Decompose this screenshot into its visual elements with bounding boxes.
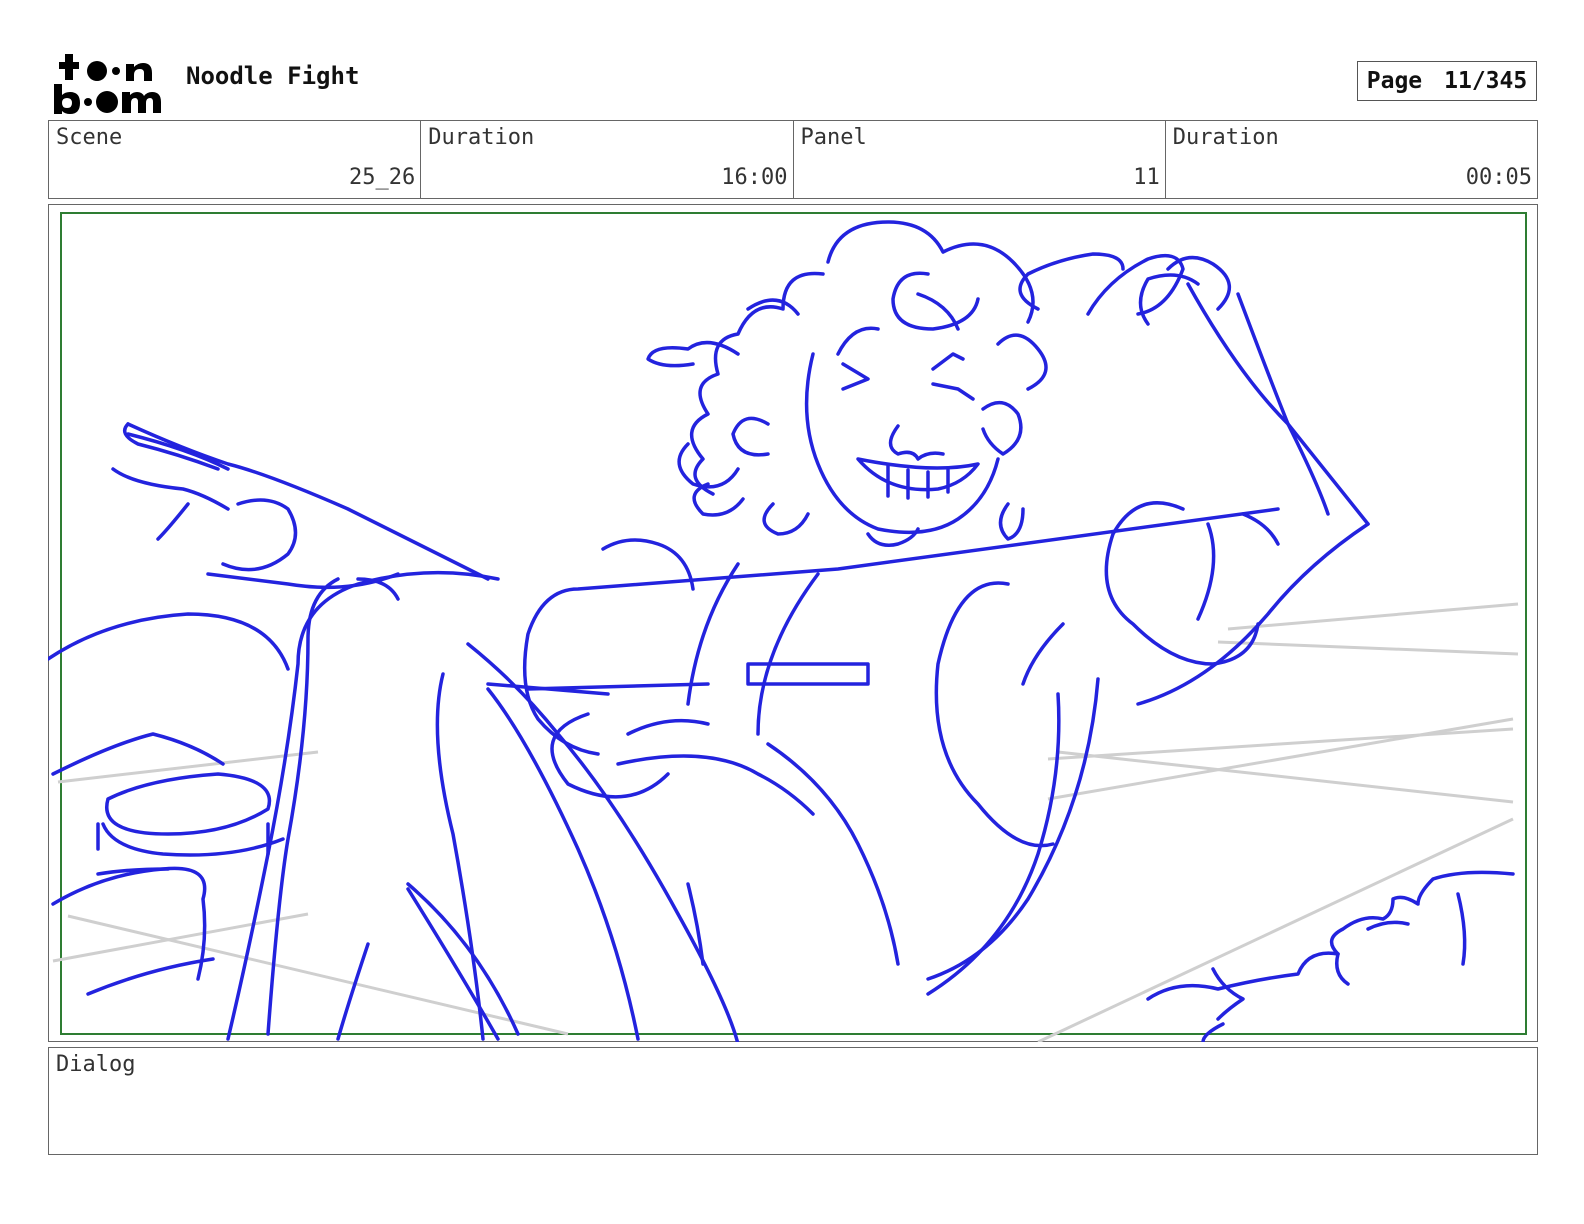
panel-cell: Panel 11	[794, 121, 1166, 198]
scene-duration-value: 16:00	[721, 165, 788, 190]
page-value: 11/345	[1444, 68, 1528, 94]
panel-sketch	[48, 220, 1519, 1042]
project-title: Noodle Fight	[186, 62, 360, 90]
toon-boom-logo	[52, 52, 164, 114]
scene-label: Scene	[56, 125, 123, 150]
scene-cell: Scene 25_26	[49, 121, 422, 198]
panel-duration-label: Duration	[1172, 125, 1279, 150]
character-sketch	[48, 220, 1515, 1042]
panel-label: Panel	[800, 125, 867, 150]
panel-info-row: Scene 25_26 Duration 16:00 Panel 11 Dura…	[48, 120, 1538, 199]
scene-duration-cell: Duration 16:00	[421, 121, 794, 198]
page-label: Page	[1366, 68, 1423, 94]
scene-value: 25_26	[349, 165, 416, 190]
dialog-label: Dialog	[56, 1052, 136, 1077]
panel-value: 11	[1133, 165, 1160, 190]
scene-duration-label: Duration	[428, 125, 535, 150]
panel-duration-value: 00:05	[1465, 165, 1532, 190]
panel-duration-cell: Duration 00:05	[1166, 121, 1537, 198]
dialog-box: Dialog	[48, 1047, 1538, 1155]
page-indicator: Page 11/345	[1357, 61, 1537, 101]
